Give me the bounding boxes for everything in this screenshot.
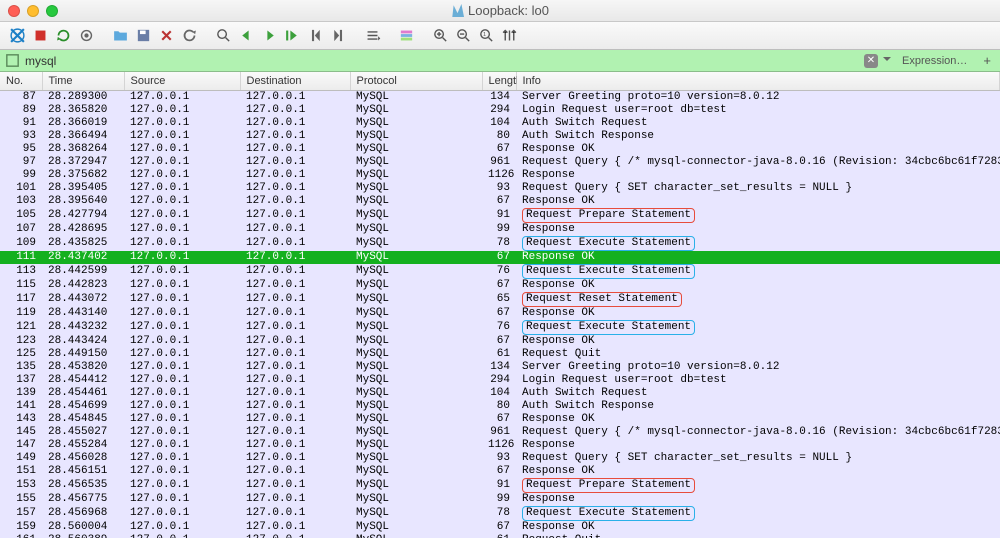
filter-dropdown-button[interactable] — [882, 54, 892, 67]
go-to-packet-button[interactable] — [281, 25, 303, 47]
column-info-header[interactable]: Info — [516, 72, 1000, 90]
start-capture-button[interactable] — [6, 25, 28, 47]
colorize-button[interactable] — [395, 25, 417, 47]
svg-text:1: 1 — [482, 32, 485, 38]
window-minimize-button[interactable] — [27, 5, 39, 17]
packet-list-pane[interactable]: No. Time Source Destination Protocol Len… — [0, 72, 1000, 538]
column-protocol-header[interactable]: Protocol — [350, 72, 482, 90]
column-source-header[interactable]: Source — [124, 72, 240, 90]
wireshark-icon — [451, 4, 464, 17]
packet-row[interactable]: 9928.375682127.0.0.1127.0.0.1MySQL1126Re… — [0, 169, 1000, 182]
packet-row[interactable]: 13728.454412127.0.0.1127.0.0.1MySQL294Lo… — [0, 374, 1000, 387]
packet-row[interactable]: 11928.443140127.0.0.1127.0.0.1MySQL67Res… — [0, 307, 1000, 320]
display-filter-bar: ✕ Expression… + — [0, 50, 1000, 72]
packet-row[interactable]: 16128.560389127.0.0.1127.0.0.1MySQL61Req… — [0, 534, 1000, 538]
find-packet-button[interactable] — [212, 25, 234, 47]
annotated-info: Request Execute Statement — [522, 264, 695, 279]
packet-row[interactable]: 9328.366494127.0.0.1127.0.0.1MySQL80Auth… — [0, 130, 1000, 143]
column-time-header[interactable]: Time — [42, 72, 124, 90]
window-title: Loopback: lo0 — [468, 3, 549, 18]
window-close-button[interactable] — [8, 5, 20, 17]
packet-row[interactable]: 11528.442823127.0.0.1127.0.0.1MySQL67Res… — [0, 279, 1000, 292]
packet-row[interactable]: 9128.366019127.0.0.1127.0.0.1MySQL104Aut… — [0, 117, 1000, 130]
packet-row[interactable]: 13528.453820127.0.0.1127.0.0.1MySQL134Se… — [0, 361, 1000, 374]
resize-columns-button[interactable] — [498, 25, 520, 47]
close-file-button[interactable] — [155, 25, 177, 47]
packet-row[interactable]: 14128.454699127.0.0.1127.0.0.1MySQL80Aut… — [0, 400, 1000, 413]
packet-row[interactable]: 15928.560004127.0.0.1127.0.0.1MySQL67Res… — [0, 521, 1000, 534]
main-toolbar: 1 — [0, 22, 1000, 50]
packet-row[interactable]: 14928.456028127.0.0.1127.0.0.1MySQL93Req… — [0, 452, 1000, 465]
capture-options-button[interactable] — [75, 25, 97, 47]
column-no-header[interactable]: No. — [0, 72, 42, 90]
annotated-info: Request Reset Statement — [522, 292, 682, 307]
add-filter-tab-button[interactable]: + — [977, 53, 997, 68]
clear-filter-button[interactable]: ✕ — [864, 54, 878, 68]
packet-row[interactable]: 10728.428695127.0.0.1127.0.0.1MySQL99Res… — [0, 223, 1000, 236]
packet-row[interactable]: 10328.395640127.0.0.1127.0.0.1MySQL67Res… — [0, 195, 1000, 208]
display-filter-input[interactable] — [21, 52, 864, 70]
go-forward-button[interactable] — [258, 25, 280, 47]
packet-row[interactable]: 10928.435825127.0.0.1127.0.0.1MySQL78Req… — [0, 236, 1000, 251]
packet-row[interactable]: 14528.455027127.0.0.1127.0.0.1MySQL961Re… — [0, 426, 1000, 439]
packet-table: No. Time Source Destination Protocol Len… — [0, 72, 1000, 538]
column-destination-header[interactable]: Destination — [240, 72, 350, 90]
save-file-button[interactable] — [132, 25, 154, 47]
go-last-button[interactable] — [327, 25, 349, 47]
packet-row[interactable]: 13928.454461127.0.0.1127.0.0.1MySQL104Au… — [0, 387, 1000, 400]
packet-row[interactable]: 15728.456968127.0.0.1127.0.0.1MySQL78Req… — [0, 506, 1000, 521]
auto-scroll-button[interactable] — [361, 25, 383, 47]
expression-button[interactable]: Expression… — [896, 55, 973, 67]
reload-button[interactable] — [178, 25, 200, 47]
packet-row[interactable]: 15128.456151127.0.0.1127.0.0.1MySQL67Res… — [0, 465, 1000, 478]
annotated-info: Request Execute Statement — [522, 320, 695, 335]
packet-row[interactable]: 14328.454845127.0.0.1127.0.0.1MySQL67Res… — [0, 413, 1000, 426]
go-back-button[interactable] — [235, 25, 257, 47]
packet-row[interactable]: 9528.368264127.0.0.1127.0.0.1MySQL67Resp… — [0, 143, 1000, 156]
zoom-out-button[interactable] — [452, 25, 474, 47]
zoom-in-button[interactable] — [429, 25, 451, 47]
go-first-button[interactable] — [304, 25, 326, 47]
packet-row[interactable]: 12528.449150127.0.0.1127.0.0.1MySQL61Req… — [0, 348, 1000, 361]
stop-capture-button[interactable] — [29, 25, 51, 47]
annotated-info: Request Execute Statement — [522, 236, 695, 251]
packet-row[interactable]: 14728.455284127.0.0.1127.0.0.1MySQL1126R… — [0, 439, 1000, 452]
window-maximize-button[interactable] — [46, 5, 58, 17]
bookmark-filter-button[interactable] — [3, 52, 21, 70]
annotated-info: Request Prepare Statement — [522, 208, 695, 223]
packet-row[interactable]: 15528.456775127.0.0.1127.0.0.1MySQL99Res… — [0, 493, 1000, 506]
packet-row[interactable]: 9728.372947127.0.0.1127.0.0.1MySQL961Req… — [0, 156, 1000, 169]
packet-row[interactable]: 8928.365820127.0.0.1127.0.0.1MySQL294Log… — [0, 104, 1000, 117]
packet-row[interactable]: 11128.437402127.0.0.1127.0.0.1MySQL67Res… — [0, 251, 1000, 264]
packet-row[interactable]: 11328.442599127.0.0.1127.0.0.1MySQL76Req… — [0, 264, 1000, 279]
open-file-button[interactable] — [109, 25, 131, 47]
annotated-info: Request Prepare Statement — [522, 478, 695, 493]
annotated-info: Request Execute Statement — [522, 506, 695, 521]
packet-row[interactable]: 15328.456535127.0.0.1127.0.0.1MySQL91Req… — [0, 478, 1000, 493]
packet-row[interactable]: 10528.427794127.0.0.1127.0.0.1MySQL91Req… — [0, 208, 1000, 223]
packet-row[interactable]: 11728.443072127.0.0.1127.0.0.1MySQL65Req… — [0, 292, 1000, 307]
zoom-reset-button[interactable]: 1 — [475, 25, 497, 47]
packet-row[interactable]: 12328.443424127.0.0.1127.0.0.1MySQL67Res… — [0, 335, 1000, 348]
packet-row[interactable]: 12128.443232127.0.0.1127.0.0.1MySQL76Req… — [0, 320, 1000, 335]
packet-row[interactable]: 10128.395405127.0.0.1127.0.0.1MySQL93Req… — [0, 182, 1000, 195]
window-titlebar: Loopback: lo0 — [0, 0, 1000, 22]
packet-row[interactable]: 8728.289300127.0.0.1127.0.0.1MySQL134Ser… — [0, 90, 1000, 104]
column-length-header[interactable]: Length — [482, 72, 516, 90]
restart-capture-button[interactable] — [52, 25, 74, 47]
